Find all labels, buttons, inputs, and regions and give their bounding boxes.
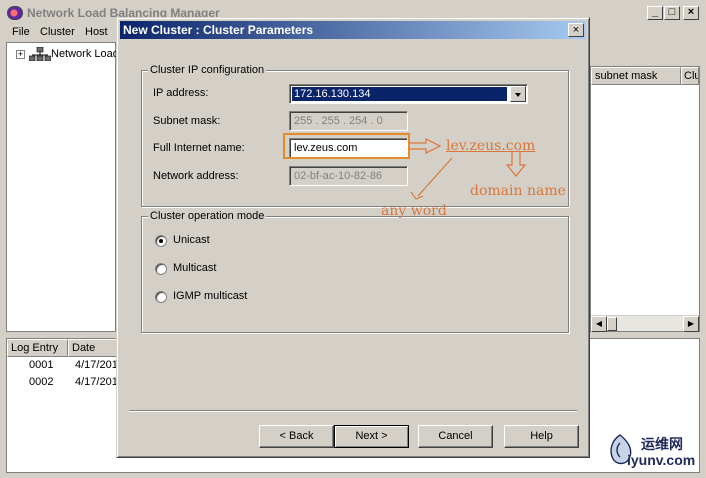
full-internet-name-label: Full Internet name: xyxy=(153,142,245,154)
annotation-highlight-box xyxy=(283,133,410,159)
maximize-button[interactable]: □ xyxy=(664,6,680,20)
dialog-close-button[interactable]: × xyxy=(568,23,584,37)
radio-button-checked[interactable] xyxy=(155,235,167,247)
back-button-label: < Back xyxy=(279,430,314,442)
main-close-button[interactable]: × xyxy=(683,6,699,20)
log-entry-date: 4/17/201 xyxy=(75,359,118,371)
dialog-body: Cluster IP configuration IP address: 172… xyxy=(120,40,586,454)
log-entry-date: 4/17/201 xyxy=(75,376,118,388)
chevron-down-icon[interactable] xyxy=(510,86,526,102)
host-list-pane: subnet mask Clu ◀ ▶ xyxy=(590,66,700,332)
cluster-operation-mode-group: Cluster operation mode Unicast Multicast… xyxy=(141,210,569,333)
horizontal-scrollbar[interactable]: ◀ ▶ xyxy=(591,315,699,332)
ip-address-combobox[interactable]: 172.16.130.134 xyxy=(289,84,528,104)
log-entry-id: 0001 xyxy=(29,359,54,371)
column-header-cluster[interactable]: Clu xyxy=(681,67,699,85)
scroll-left-arrow-icon[interactable]: ◀ xyxy=(591,316,607,332)
dialog-title: New Cluster : Cluster Parameters xyxy=(123,23,314,37)
column-header-log-entry[interactable]: Log Entry xyxy=(7,339,68,357)
button-separator xyxy=(129,410,577,412)
subnet-mask-field: 255 . 255 . 254 . 0 xyxy=(289,111,408,131)
tree-expand-button[interactable]: + xyxy=(16,50,25,59)
help-button-label: Help xyxy=(530,430,553,442)
cluster-operation-mode-legend: Cluster operation mode xyxy=(148,210,267,222)
menu-host[interactable]: Host xyxy=(85,26,108,38)
tree-item-network-load[interactable]: Network Load xyxy=(51,48,119,60)
dialog-titlebar[interactable]: New Cluster : Cluster Parameters × xyxy=(120,21,586,39)
watermark-text-cn: 运维网 xyxy=(641,436,683,452)
help-button[interactable]: Help xyxy=(504,425,579,448)
ip-address-label: IP address: xyxy=(153,87,209,99)
radio-label-igmp-multicast: IGMP multicast xyxy=(173,290,248,302)
ip-address-value: 172.16.130.134 xyxy=(292,87,507,101)
menu-cluster[interactable]: Cluster xyxy=(40,26,75,38)
log-entry-id: 0002 xyxy=(29,376,54,388)
subnet-mask-label: Subnet mask: xyxy=(153,115,221,127)
network-address-field: 02-bf-ac-10-82-86 xyxy=(289,166,408,186)
log-row[interactable]: 0001 4/17/201 xyxy=(7,359,118,375)
annotation-hostname: lev.zeus.com xyxy=(446,138,536,154)
radio-button[interactable] xyxy=(155,291,167,303)
cluster-parameters-dialog: New Cluster : Cluster Parameters × Clust… xyxy=(116,17,590,458)
column-header-subnet-mask[interactable]: subnet mask xyxy=(591,67,681,85)
watermark-text-site: iyunv.com xyxy=(627,452,696,468)
nlb-app-icon xyxy=(7,6,23,20)
next-button[interactable]: Next > xyxy=(334,425,409,448)
network-address-label: Network address: xyxy=(153,170,239,182)
scroll-right-arrow-icon[interactable]: ▶ xyxy=(683,316,699,332)
annotation-any-word: any word xyxy=(381,203,447,219)
radio-label-unicast: Unicast xyxy=(173,234,210,246)
cluster-ip-config-legend: Cluster IP configuration xyxy=(148,64,267,76)
cancel-button[interactable]: Cancel xyxy=(418,425,493,448)
back-button[interactable]: < Back xyxy=(259,425,334,448)
minimize-button[interactable]: _ xyxy=(647,6,663,20)
cluster-tree-pane: + Network Load xyxy=(6,42,119,332)
scroll-thumb[interactable] xyxy=(607,317,617,331)
cluster-network-icon xyxy=(29,47,51,61)
next-button-label: Next > xyxy=(355,430,388,442)
menu-file[interactable]: File xyxy=(12,26,30,38)
log-row[interactable]: 0002 4/17/201 xyxy=(7,376,118,392)
radio-button[interactable] xyxy=(155,263,167,275)
column-header-date[interactable]: Date xyxy=(68,339,118,357)
radio-label-multicast: Multicast xyxy=(173,262,217,274)
cancel-button-label: Cancel xyxy=(438,430,473,442)
annotation-domain-name: domain name xyxy=(470,183,566,199)
